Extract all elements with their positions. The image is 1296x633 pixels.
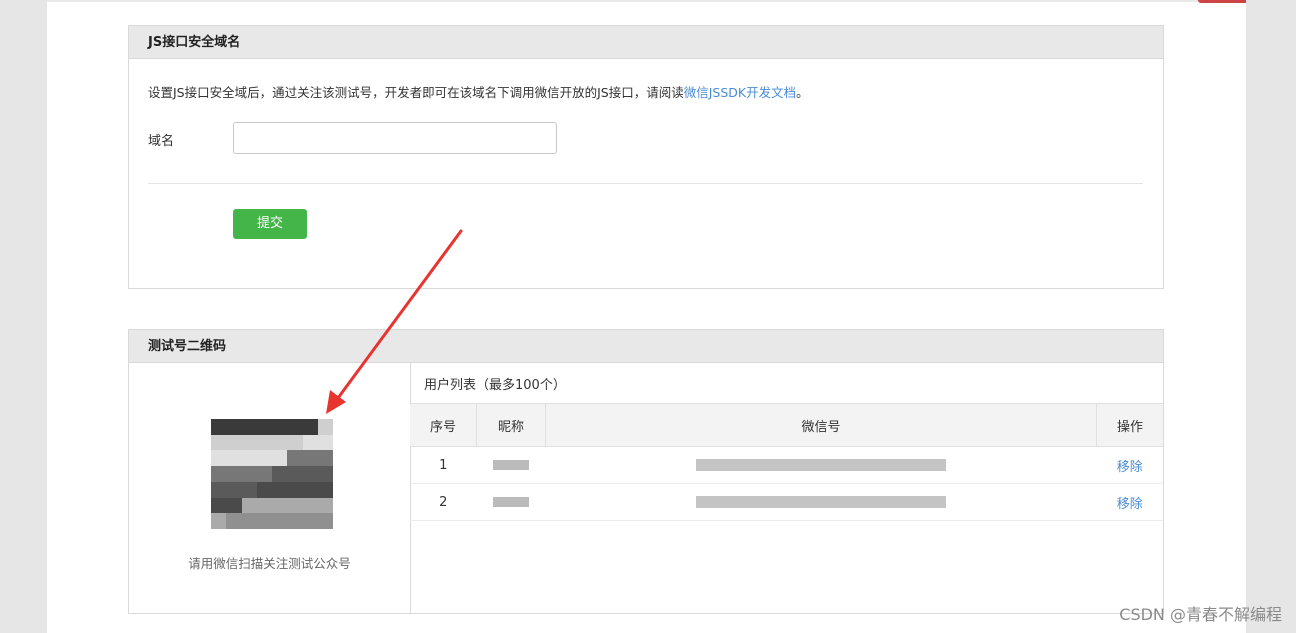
- qrcode-cell: [302, 434, 318, 451]
- user-list: 用户列表（最多100个） 序号 昵称 微信号 操作 1 移除 2 移除: [410, 363, 1163, 613]
- blurred-wechat-id: [696, 496, 946, 508]
- qrcode-cell: [317, 481, 333, 498]
- table-row: 2 移除: [410, 483, 1163, 521]
- qrcode-cell: [317, 513, 333, 529]
- qrcode-cell: [226, 419, 242, 435]
- qrcode-cell: [302, 497, 318, 514]
- qrcode-cell: [241, 497, 257, 514]
- row-wechat-id: [545, 483, 1097, 521]
- qrcode-cell: [241, 481, 257, 498]
- qrcode-cell: [226, 434, 242, 451]
- qrcode-cell: [256, 419, 272, 435]
- js-domain-title: JS接口安全域名: [129, 26, 1163, 59]
- qrcode-cell: [302, 481, 318, 498]
- qrcode-cell: [272, 497, 288, 514]
- qrcode-cell: [287, 497, 303, 514]
- qrcode-cell: [241, 513, 257, 529]
- qrcode-cell: [256, 497, 272, 514]
- qrcode-cell: [241, 466, 257, 482]
- remove-button[interactable]: 移除: [1096, 446, 1163, 484]
- top-divider: [47, 0, 1246, 2]
- qrcode-cell: [272, 434, 288, 451]
- qrcode-image: [211, 419, 333, 529]
- qrcode-cell: [272, 450, 288, 467]
- qrcode-cell: [226, 513, 242, 529]
- qrcode-cell: [287, 513, 303, 529]
- qrcode-cell: [272, 419, 288, 435]
- description-end: 。: [796, 85, 809, 100]
- qrcode-cell: [317, 434, 333, 451]
- qrcode-cell: [241, 450, 257, 467]
- remove-label[interactable]: 移除: [1117, 460, 1143, 475]
- col-nickname: 昵称: [476, 403, 546, 447]
- qrcode-cell: [287, 481, 303, 498]
- row-wechat-id: [545, 446, 1097, 484]
- qrcode-cell: [317, 419, 333, 435]
- js-domain-panel: JS接口安全域名 设置JS接口安全域后，通过关注该测试号，开发者即可在该域名下调…: [128, 25, 1164, 289]
- qrcode-cell: [226, 450, 242, 467]
- qrcode-cell: [211, 466, 227, 482]
- qrcode-cell: [211, 419, 227, 435]
- table-row: 1 移除: [410, 446, 1163, 484]
- js-domain-description: 设置JS接口安全域后，通过关注该测试号，开发者即可在该域名下调用微信开放的JS接…: [148, 82, 809, 101]
- qrcode-column: 请用微信扫描关注测试公众号: [129, 363, 411, 613]
- user-list-title: 用户列表（最多100个）: [424, 378, 566, 393]
- user-table-header: 序号 昵称 微信号 操作: [410, 403, 1163, 447]
- qrcode-cell: [302, 450, 318, 467]
- domain-input[interactable]: [233, 122, 557, 154]
- col-wechat-id: 微信号: [545, 403, 1097, 447]
- blurred-nickname: [493, 460, 529, 470]
- qrcode-cell: [287, 434, 303, 451]
- qrcode-cell: [287, 450, 303, 467]
- row-index: 1: [410, 446, 477, 484]
- qrcode-cell: [211, 513, 227, 529]
- qrcode-cell: [256, 513, 272, 529]
- qrcode-cell: [317, 450, 333, 467]
- top-badge: [1198, 0, 1246, 3]
- row-nickname: [476, 483, 546, 521]
- qrcode-cell: [287, 419, 303, 435]
- qrcode-cell: [302, 466, 318, 482]
- qrcode-cell: [241, 434, 257, 451]
- blurred-nickname: [493, 497, 529, 507]
- qrcode-cell: [226, 481, 242, 498]
- page-content: JS接口安全域名 设置JS接口安全域后，通过关注该测试号，开发者即可在该域名下调…: [47, 0, 1246, 633]
- qrcode-cell: [272, 513, 288, 529]
- qrcode-cell: [241, 419, 257, 435]
- qrcode-cell: [211, 497, 227, 514]
- qrcode-cell: [256, 450, 272, 467]
- qrcode-cell: [256, 481, 272, 498]
- qrcode-cell: [272, 466, 288, 482]
- col-index: 序号: [410, 403, 477, 447]
- test-account-qrcode-panel: 测试号二维码 请用微信扫描关注测试公众号 用户列表（最多100个） 序号 昵称 …: [128, 329, 1164, 614]
- qrcode-cell: [226, 466, 242, 482]
- qrcode-cell: [211, 450, 227, 467]
- qrcode-cell: [256, 434, 272, 451]
- qrcode-cell: [317, 466, 333, 482]
- description-text: 设置JS接口安全域后，通过关注该测试号，开发者即可在该域名下调用微信开放的JS接…: [148, 85, 684, 100]
- qrcode-cell: [272, 481, 288, 498]
- jssdk-doc-link[interactable]: 微信JSSDK开发文档: [684, 85, 796, 100]
- row-index: 2: [410, 483, 477, 521]
- qrcode-cell: [317, 497, 333, 514]
- qrcode-cell: [211, 481, 227, 498]
- remove-button[interactable]: 移除: [1096, 483, 1163, 521]
- form-divider: [148, 183, 1143, 184]
- submit-button[interactable]: 提交: [233, 209, 307, 239]
- qrcode-cell: [302, 513, 318, 529]
- qrcode-cell: [211, 434, 227, 451]
- row-nickname: [476, 446, 546, 484]
- user-table: 序号 昵称 微信号 操作 1 移除 2 移除: [410, 403, 1163, 521]
- blurred-wechat-id: [696, 459, 946, 471]
- qrcode-cell: [287, 466, 303, 482]
- qrcode-title: 测试号二维码: [129, 330, 1163, 363]
- qrcode-caption: 请用微信扫描关注测试公众号: [188, 556, 351, 571]
- qrcode-cell: [226, 497, 242, 514]
- domain-label: 域名: [148, 134, 175, 149]
- qrcode-cell: [302, 419, 318, 435]
- col-action: 操作: [1096, 403, 1163, 447]
- watermark: CSDN @青春不解编程: [1119, 605, 1282, 624]
- qrcode-cell: [256, 466, 272, 482]
- remove-label[interactable]: 移除: [1117, 497, 1143, 512]
